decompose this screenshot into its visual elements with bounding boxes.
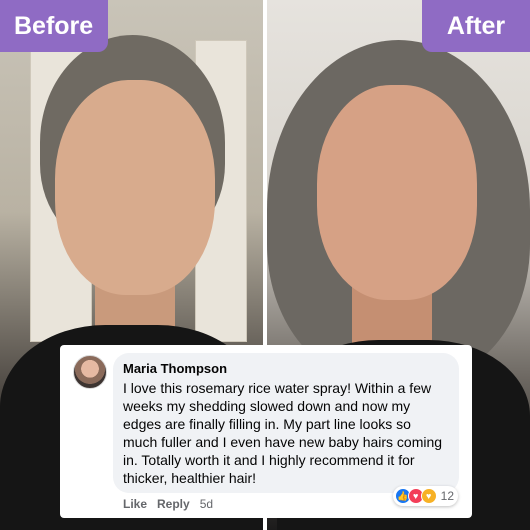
face — [317, 85, 477, 300]
before-label: Before — [0, 0, 108, 52]
face — [55, 80, 215, 295]
after-label: After — [422, 0, 530, 52]
reply-button[interactable]: Reply — [157, 497, 190, 511]
reaction-count: 12 — [440, 489, 454, 503]
comment-timestamp[interactable]: 5d — [200, 497, 213, 511]
comment-bubble: Maria Thompson I love this rosemary rice… — [113, 353, 459, 493]
comment-author[interactable]: Maria Thompson — [123, 361, 449, 376]
like-button[interactable]: Like — [123, 497, 147, 511]
avatar[interactable] — [73, 355, 107, 389]
comment-actions: Like Reply 5d — [123, 497, 213, 511]
reactions-summary[interactable]: 👍 ♥ ♥ 12 — [392, 486, 458, 506]
comment-text: I love this rosemary rice water spray! W… — [123, 380, 443, 486]
care-icon: ♥ — [420, 488, 437, 504]
comment-card: Maria Thompson I love this rosemary rice… — [60, 345, 472, 518]
